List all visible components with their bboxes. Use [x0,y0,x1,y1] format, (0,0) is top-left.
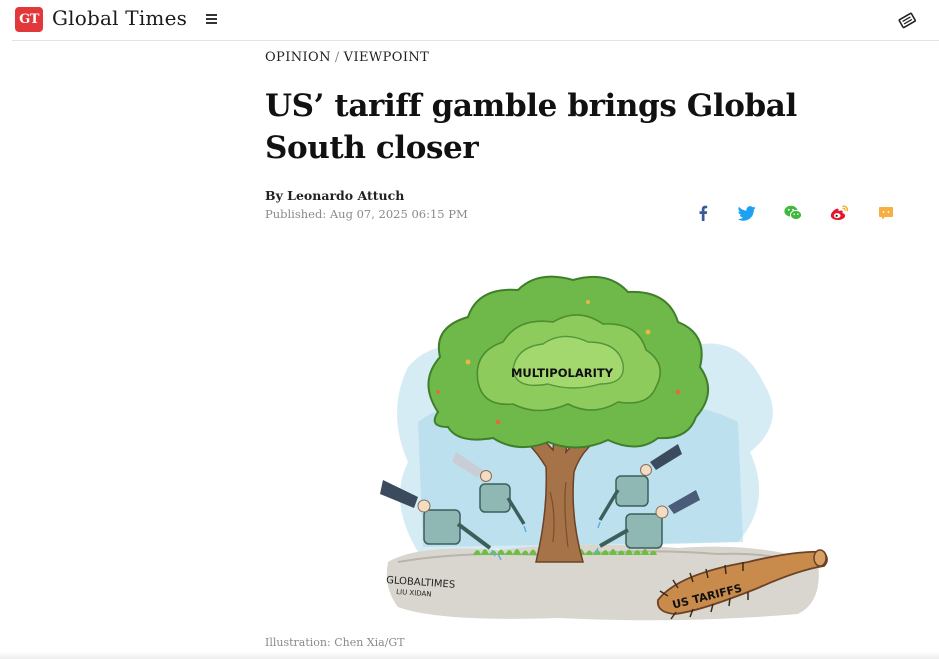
article-title: US’ tariff gamble brings Global South cl… [265,88,797,166]
weibo-icon[interactable] [829,203,849,223]
article-byline: By Leonardo Attuch [265,188,405,203]
breadcrumb-subsection[interactable]: VIEWPOINT [344,50,430,65]
hamburger-menu-icon[interactable] [206,12,220,26]
facebook-icon[interactable] [693,203,713,223]
comment-icon[interactable] [876,203,896,223]
top-navigation-bar: GT Global Times [0,0,939,40]
newspaper-icon[interactable] [897,10,917,30]
page-bottom-edge [0,652,939,659]
global-times-logo-badge[interactable]: GT [15,7,43,32]
tree-label: MULTIPOLARITY [511,366,614,380]
cartoon-image: MULTIPOLARITY GLOBALTIMES LIU XIDAN US T… [380,275,828,621]
global-times-logo-text[interactable]: Global Times [52,6,187,30]
twitter-icon[interactable] [737,203,757,223]
article-illustration: MULTIPOLARITY GLOBALTIMES LIU XIDAN US T… [378,262,830,624]
illustration-caption: Illustration: Chen Xia/GT [265,636,405,649]
wechat-icon[interactable] [783,203,803,223]
breadcrumb: OPINION / VIEWPOINT [265,50,429,65]
breadcrumb-separator: / [334,50,340,65]
header-divider [12,40,939,41]
publish-date: Published: Aug 07, 2025 06:15 PM [265,207,468,221]
breadcrumb-section[interactable]: OPINION [265,50,331,65]
